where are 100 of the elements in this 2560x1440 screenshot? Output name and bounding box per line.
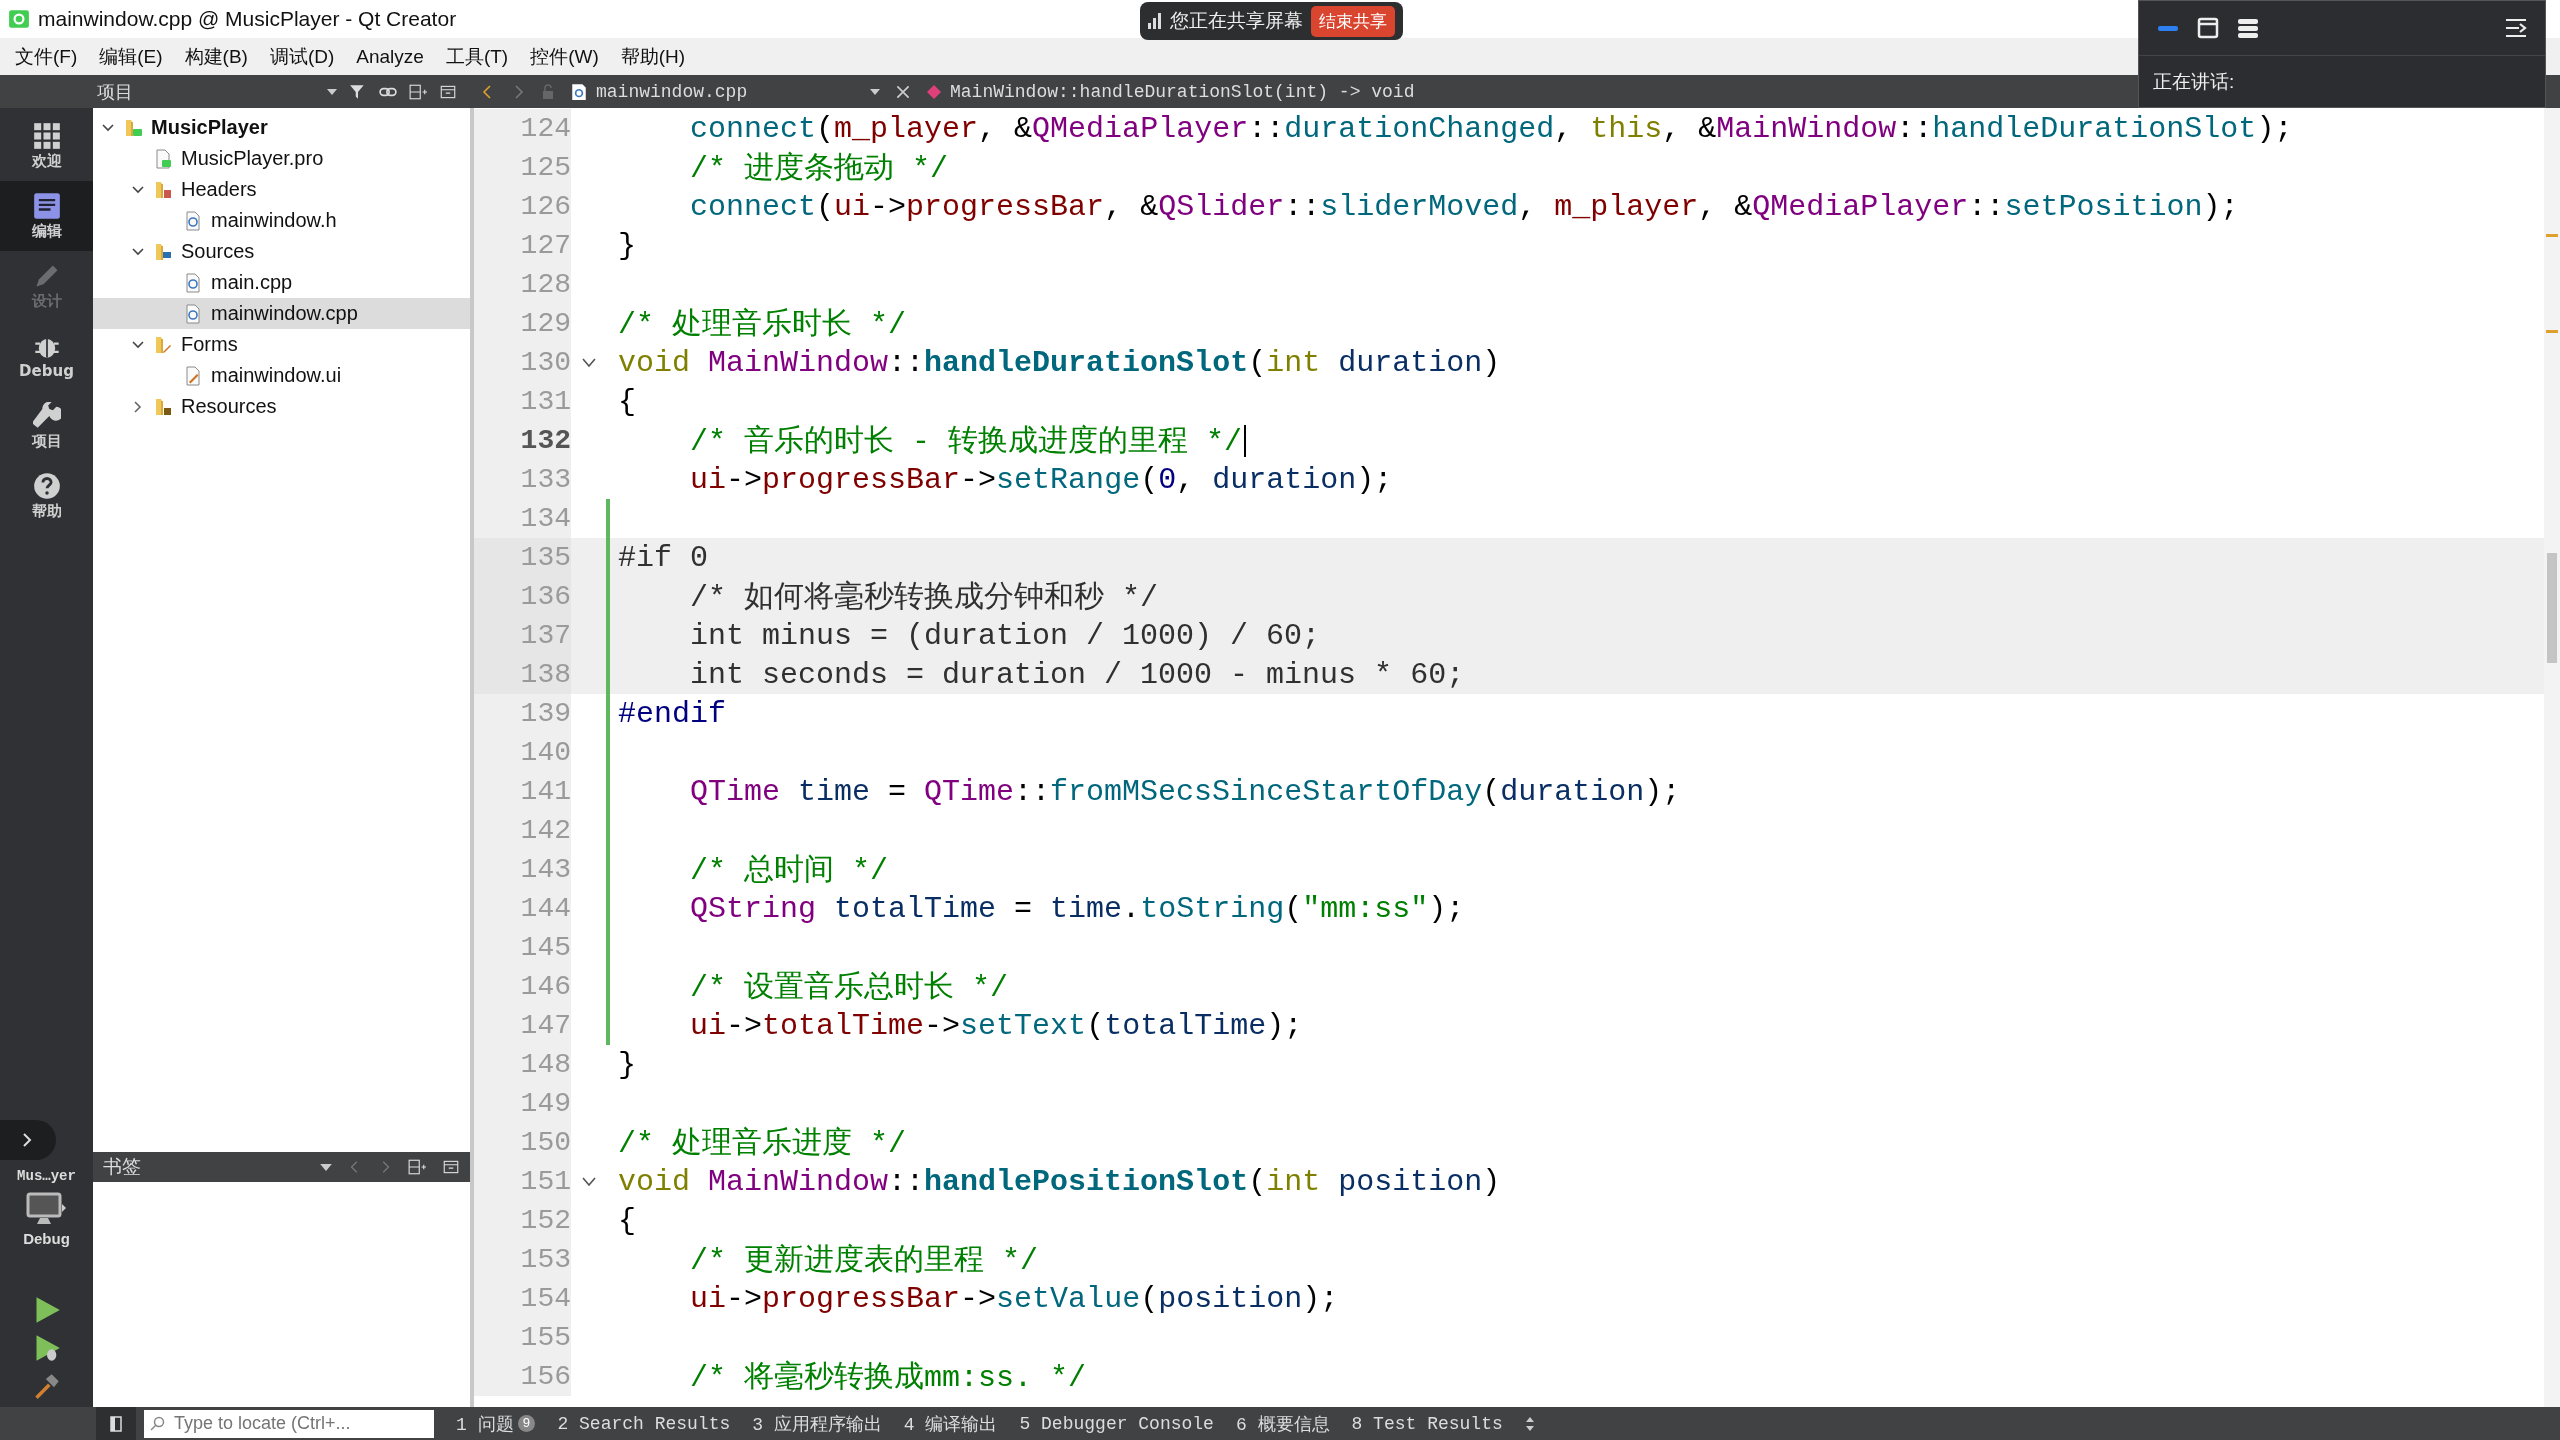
line-number: 156 <box>474 1357 571 1396</box>
line-number: 125 <box>474 148 571 187</box>
code-line: } <box>618 228 636 263</box>
tree-item[interactable]: Forms <box>93 329 470 360</box>
mode-button[interactable]: 欢迎 <box>0 111 93 181</box>
menu-item[interactable]: 文件(F) <box>4 43 89 70</box>
output-pane-tab[interactable]: 3 应用程序输出 <box>752 1411 882 1436</box>
line-number: 135 <box>474 538 571 577</box>
wrench-icon <box>32 401 61 430</box>
build-target-button[interactable]: Debug <box>23 1192 70 1247</box>
code-line: /* 将毫秒转换成mm:ss. */ <box>689 1359 1087 1397</box>
menu-item[interactable]: 调试(D) <box>258 43 346 70</box>
dropdown-icon[interactable] <box>320 1163 332 1171</box>
fold-icon[interactable] <box>581 357 596 368</box>
list-icon[interactable] <box>2237 17 2259 39</box>
line-number: 129 <box>474 304 571 343</box>
line-number: 126 <box>474 187 571 226</box>
fold-icon[interactable] <box>581 1176 596 1187</box>
output-pane-tab[interactable]: 5 Debugger Console <box>1019 1413 1214 1434</box>
app-logo-icon <box>8 8 30 30</box>
dropdown-icon[interactable] <box>870 88 880 95</box>
project-name: Mus…yer <box>17 1168 76 1184</box>
mode-button[interactable]: 帮助 <box>0 461 93 531</box>
end-share-button[interactable]: 结束共享 <box>1311 5 1395 37</box>
line-number: 133 <box>474 460 571 499</box>
tree-item[interactable]: Resources <box>93 391 470 422</box>
code-line: void MainWindow::handlePositionSlot(int position) <box>618 1164 1501 1199</box>
locator-field[interactable]: Type to locate (Ctrl+... <box>144 1409 434 1438</box>
output-pane-tab[interactable]: 1 问题 9 <box>456 1411 536 1436</box>
signal-icon <box>1148 13 1162 29</box>
output-pane-tab[interactable]: 4 编译输出 <box>903 1411 998 1436</box>
code-line: { <box>618 1203 636 1238</box>
collapse-icon[interactable] <box>2505 17 2527 39</box>
menu-item[interactable]: 工具(T) <box>434 43 520 70</box>
code-line: ui->totalTime->setText(totalTime); <box>689 1008 1303 1043</box>
mode-button[interactable]: Debug <box>0 321 93 391</box>
chevron-right-icon <box>22 1132 34 1148</box>
menu-item[interactable]: 帮助(H) <box>609 43 697 70</box>
tree-item[interactable]: main.cpp <box>93 267 470 298</box>
hammer-icon[interactable] <box>32 1371 61 1401</box>
split-icon[interactable] <box>409 82 427 101</box>
split-icon[interactable] <box>408 1158 426 1176</box>
dropdown-icon[interactable] <box>327 88 337 95</box>
line-number: 144 <box>474 889 571 928</box>
line-number: 147 <box>474 1006 571 1045</box>
line-number: 145 <box>474 928 571 967</box>
code-line: /* 如何将毫秒转换成分钟和秒 */ <box>689 579 1159 617</box>
sidebar-toggle-button[interactable] <box>96 1407 136 1440</box>
line-number: 138 <box>474 655 571 694</box>
close-pane-icon[interactable] <box>442 1158 460 1176</box>
mode-button[interactable]: 编辑 <box>0 181 93 251</box>
share-status: 您正在共享屏幕 <box>1170 9 1303 33</box>
code-line: ui->progressBar->setRange(0, duration); <box>689 462 1393 497</box>
tree-item[interactable]: mainwindow.cpp <box>93 298 470 329</box>
line-number: 142 <box>474 811 571 850</box>
menu-item[interactable]: 构建(B) <box>173 43 259 70</box>
symbol-selector[interactable]: MainWindow::handleDurationSlot(int) -> void <box>926 81 1415 102</box>
menu-item[interactable]: Analyze <box>345 45 435 68</box>
sidebar-icon <box>110 1415 122 1432</box>
up-down-icon[interactable] <box>1524 1415 1535 1432</box>
output-pane-tab[interactable]: 8 Test Results <box>1351 1413 1503 1434</box>
code-line: /* 总时间 */ <box>689 853 889 890</box>
count-badge: 9 <box>517 1415 536 1432</box>
mode-button[interactable]: 项目 <box>0 391 93 461</box>
line-number: 140 <box>474 733 571 772</box>
code-line: /* 设置音乐总时长 */ <box>689 969 1009 1007</box>
line-number: 149 <box>474 1084 571 1123</box>
code-line: { <box>618 384 636 419</box>
menu-item[interactable]: 编辑(E) <box>88 43 174 70</box>
lock-icon <box>540 82 556 101</box>
code-line: connect(ui->progressBar, &QSlider::sliderMoved, m_player, &QMediaPlayer::setPosition); <box>689 189 2239 224</box>
file-icon <box>153 148 173 169</box>
folder-icon <box>153 179 173 200</box>
code-line: void MainWindow::handleDurationSlot(int duration) <box>618 345 1501 380</box>
output-pane-tab[interactable]: 6 概要信息 <box>1235 1411 1330 1436</box>
line-number: 137 <box>474 616 571 655</box>
output-pane-tab[interactable]: 2 Search Results <box>557 1413 731 1434</box>
file-icon <box>183 365 203 386</box>
code-line: /* 处理音乐时长 */ <box>618 306 907 344</box>
view-selector[interactable]: 项目 <box>97 79 337 104</box>
file-selector[interactable]: mainwindow.cpp <box>570 81 880 102</box>
code-line: /* 处理音乐进度 */ <box>618 1125 907 1163</box>
search-icon <box>150 1415 166 1432</box>
line-number: 131 <box>474 382 571 421</box>
tree-item[interactable]: MusicPlayer.pro <box>93 143 470 174</box>
tree-item[interactable]: Headers <box>93 174 470 205</box>
monitor-icon <box>26 1192 67 1226</box>
window-icon[interactable] <box>2197 17 2219 39</box>
folder-icon <box>153 241 173 262</box>
folder-icon <box>153 334 173 355</box>
scrollbar-thumb[interactable] <box>2547 553 2557 663</box>
grid-icon <box>32 121 61 150</box>
tree-item[interactable]: Sources <box>93 236 470 267</box>
tree-item[interactable]: mainwindow.h <box>93 205 470 236</box>
folder-icon <box>123 117 143 138</box>
line-number: 148 <box>474 1045 571 1084</box>
menu-item[interactable]: 控件(W) <box>519 43 610 70</box>
tree-item[interactable]: mainwindow.ui <box>93 360 470 391</box>
tree-item[interactable]: MusicPlayer <box>93 112 470 143</box>
line-number: 143 <box>474 850 571 889</box>
